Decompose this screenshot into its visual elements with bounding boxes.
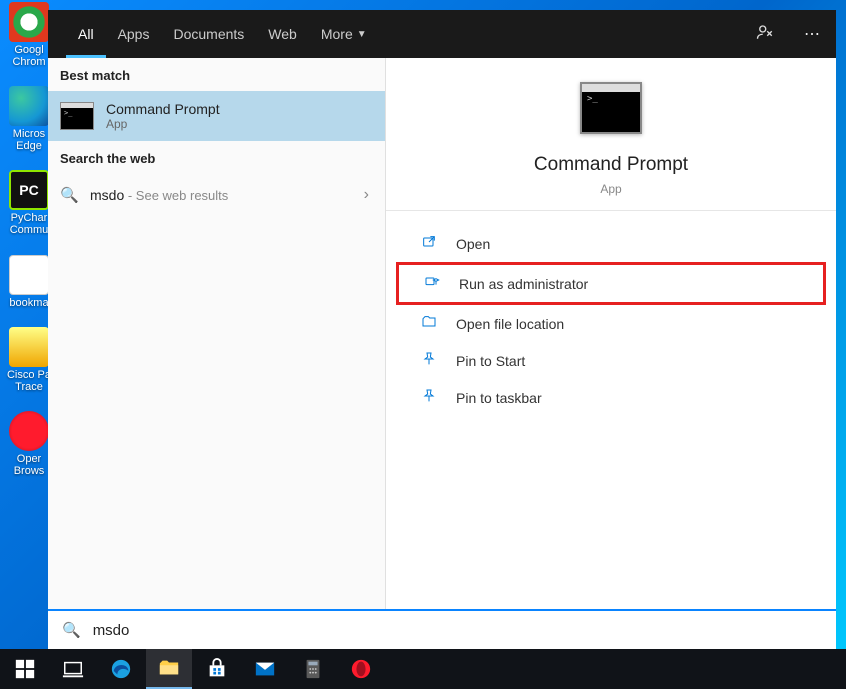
search-input[interactable]: [93, 622, 822, 639]
chrome-shortcut[interactable]: Googl Chrom: [4, 2, 54, 68]
mail-taskbar[interactable]: [242, 649, 288, 689]
web-query: msdo: [90, 187, 124, 203]
start-search-panel: All Apps Documents Web More▼ ⋯ Best matc…: [48, 10, 836, 649]
cmd-large-icon: [580, 82, 642, 134]
calculator-taskbar[interactable]: [290, 649, 336, 689]
desktop-icons: Googl Chrom Micros Edge PCPyChar Commu b…: [4, 2, 54, 495]
action-run-as-admin[interactable]: Run as administrator: [396, 262, 826, 305]
search-results-pane: Best match Command Prompt App Search the…: [48, 58, 386, 609]
result-command-prompt[interactable]: Command Prompt App: [48, 91, 385, 141]
tab-more[interactable]: More▼: [309, 10, 379, 58]
chevron-right-icon: ›: [364, 186, 369, 204]
pin-start-icon: [420, 351, 438, 370]
cmd-icon: [60, 102, 94, 130]
preview-subtitle: App: [386, 182, 836, 196]
shield-icon: [423, 274, 441, 293]
tab-all[interactable]: All: [66, 10, 106, 58]
result-subtitle: App: [106, 117, 220, 131]
tab-documents[interactable]: Documents: [161, 10, 256, 58]
open-icon: [420, 234, 438, 253]
web-search-row[interactable]: 🔍 msdo - See web results ›: [48, 174, 385, 216]
search-bar[interactable]: 🔍: [48, 609, 836, 649]
opera-shortcut[interactable]: Oper Brows: [4, 411, 54, 477]
search-tabs: All Apps Documents Web More▼ ⋯: [48, 10, 836, 58]
bookmarks-shortcut[interactable]: bookma: [4, 255, 54, 309]
store-taskbar[interactable]: [194, 649, 240, 689]
cisco-shortcut[interactable]: Cisco Pa Trace: [4, 327, 54, 393]
edge-taskbar[interactable]: [98, 649, 144, 689]
folder-icon: [420, 314, 438, 333]
pycharm-shortcut[interactable]: PCPyChar Commu: [4, 170, 54, 236]
action-open-file-location[interactable]: Open file location: [396, 305, 826, 342]
explorer-taskbar[interactable]: [146, 649, 192, 689]
search-body: Best match Command Prompt App Search the…: [48, 58, 836, 609]
pin-taskbar-icon: [420, 388, 438, 407]
action-pin-to-start[interactable]: Pin to Start: [396, 342, 826, 379]
opera-taskbar[interactable]: [338, 649, 384, 689]
chevron-down-icon: ▼: [357, 29, 367, 40]
search-preview-pane: Command Prompt App Open Run as administr…: [386, 58, 836, 609]
search-icon: 🔍: [62, 621, 81, 639]
preview-title: Command Prompt: [386, 154, 836, 176]
action-pin-to-taskbar[interactable]: Pin to taskbar: [396, 379, 826, 416]
edge-shortcut[interactable]: Micros Edge: [4, 86, 54, 152]
more-options-icon[interactable]: ⋯: [798, 24, 826, 44]
task-view-button[interactable]: [50, 649, 96, 689]
web-hint: - See web results: [124, 188, 228, 203]
best-match-heading: Best match: [48, 58, 385, 91]
search-icon: 🔍: [60, 186, 78, 204]
result-title: Command Prompt: [106, 101, 220, 117]
feedback-icon[interactable]: [750, 23, 780, 46]
desktop: Googl Chrom Micros Edge PCPyChar Commu b…: [0, 0, 846, 689]
tab-apps[interactable]: Apps: [106, 10, 162, 58]
tab-web[interactable]: Web: [256, 10, 309, 58]
start-button[interactable]: [2, 649, 48, 689]
search-web-heading: Search the web: [48, 141, 385, 174]
taskbar: [0, 649, 846, 689]
action-open[interactable]: Open: [396, 225, 826, 262]
